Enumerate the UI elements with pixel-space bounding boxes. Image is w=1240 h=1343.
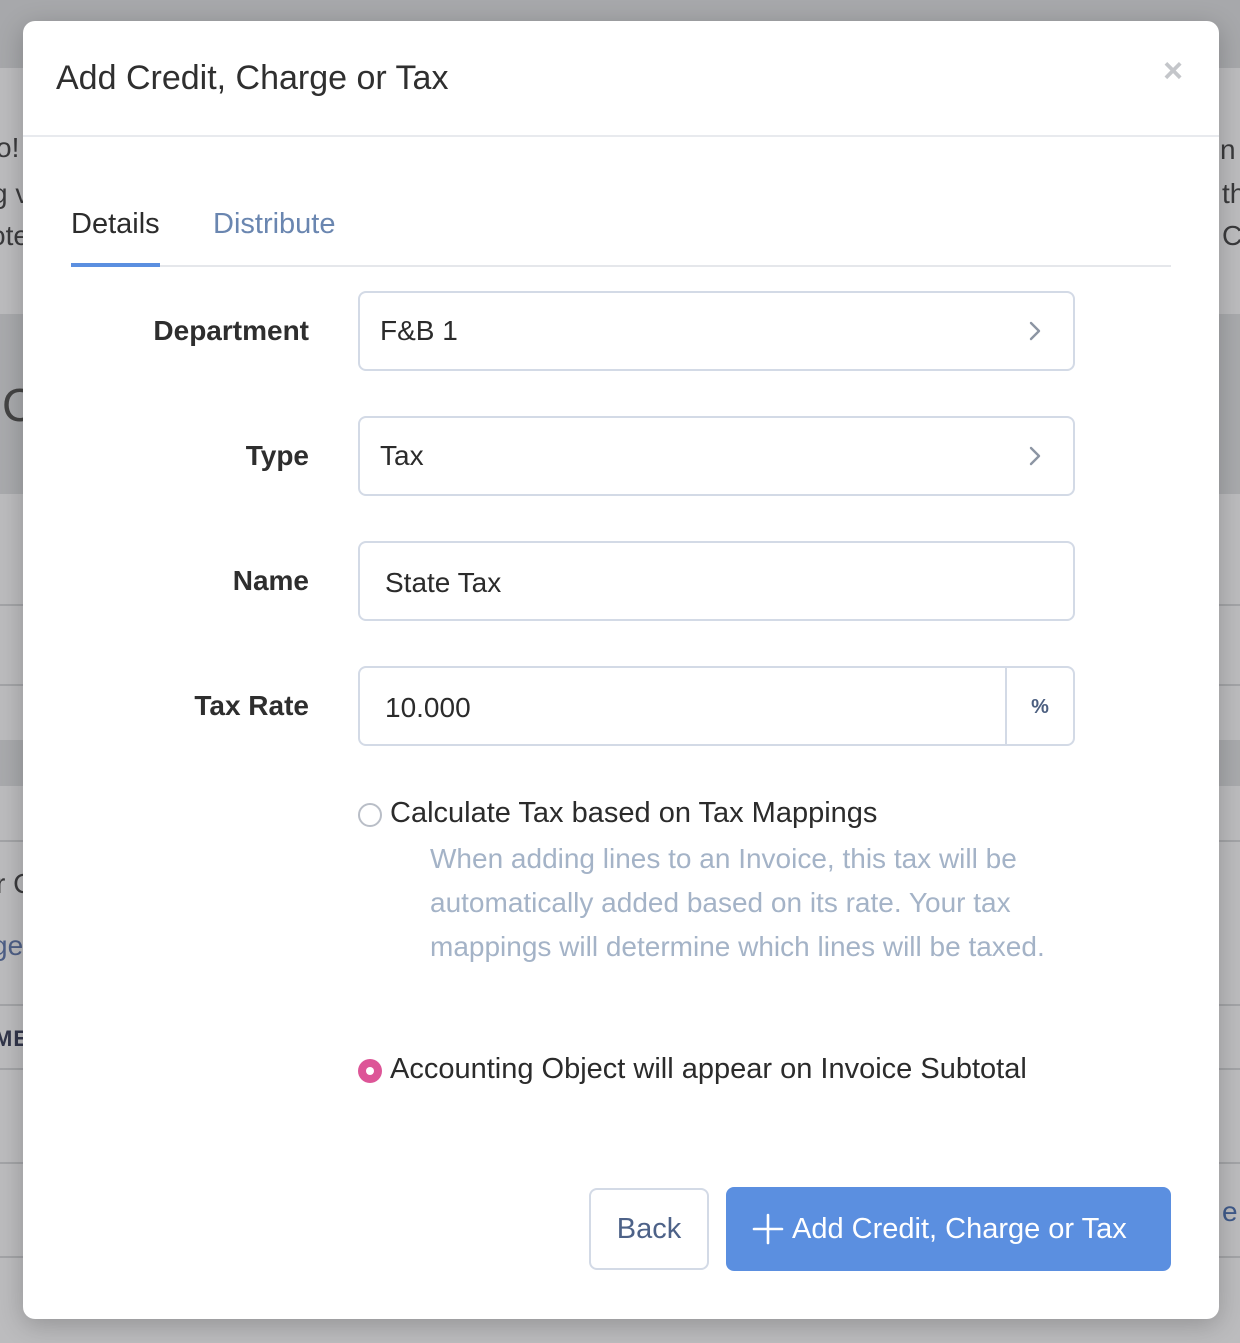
- bg-text: e: [1222, 1196, 1238, 1227]
- add-button-label: Add Credit, Charge or Tax: [792, 1213, 1127, 1245]
- tab-details[interactable]: Details: [71, 203, 160, 267]
- invoice-subtotal-option: Accounting Object will appear on Invoice…: [358, 1053, 1118, 1093]
- back-button[interactable]: Back: [589, 1188, 709, 1270]
- bg-text: n: [1220, 134, 1236, 165]
- type-select[interactable]: Tax: [358, 416, 1075, 496]
- bg-text: C: [1222, 220, 1240, 251]
- type-label: Type: [245, 440, 309, 471]
- department-label: Department: [153, 315, 309, 346]
- modal-header: Add Credit, Charge or Tax ×: [23, 21, 1219, 137]
- percent-addon: %: [1005, 668, 1073, 744]
- type-row: Type Tax: [23, 416, 1219, 496]
- department-select[interactable]: F&B 1: [358, 291, 1075, 371]
- bg-text: ge: [0, 930, 24, 961]
- tax-rate-value: 10.000: [385, 692, 471, 723]
- name-input[interactable]: State Tax: [358, 541, 1075, 621]
- name-value: State Tax: [385, 567, 502, 598]
- tax-mappings-radio[interactable]: [358, 803, 382, 827]
- bg-text: th: [1222, 178, 1240, 209]
- tax-rate-label: Tax Rate: [194, 690, 309, 721]
- add-credit-charge-tax-button[interactable]: Add Credit, Charge or Tax: [726, 1187, 1171, 1271]
- tab-distribute[interactable]: Distribute: [213, 203, 336, 267]
- type-value: Tax: [380, 440, 424, 471]
- name-label: Name: [232, 565, 309, 596]
- department-row: Department F&B 1: [23, 291, 1219, 371]
- tax-mappings-help: When adding lines to an Invoice, this ta…: [430, 843, 1045, 962]
- chevron-right-icon: [1029, 321, 1041, 341]
- plus-icon: [752, 1213, 784, 1245]
- invoice-subtotal-radio[interactable]: [358, 1059, 382, 1083]
- add-credit-charge-tax-modal: Add Credit, Charge or Tax × Details Dist…: [23, 21, 1219, 1319]
- tax-mappings-option: Calculate Tax based on Tax Mappings When…: [358, 797, 1118, 1017]
- modal-title: Add Credit, Charge or Tax: [56, 59, 449, 97]
- bg-text: o!: [0, 132, 20, 163]
- department-value: F&B 1: [380, 315, 458, 346]
- tax-mappings-label[interactable]: Calculate Tax based on Tax Mappings: [390, 797, 877, 830]
- tax-rate-input[interactable]: 10.000 %: [358, 666, 1075, 746]
- chevron-right-icon: [1029, 446, 1041, 466]
- tax-rate-row: Tax Rate 10.000 %: [23, 666, 1219, 746]
- invoice-subtotal-label[interactable]: Accounting Object will appear on Invoice…: [390, 1053, 1027, 1086]
- name-row: Name State Tax: [23, 541, 1219, 621]
- tab-bar: Details Distribute: [71, 203, 1171, 267]
- close-icon[interactable]: ×: [1157, 54, 1189, 88]
